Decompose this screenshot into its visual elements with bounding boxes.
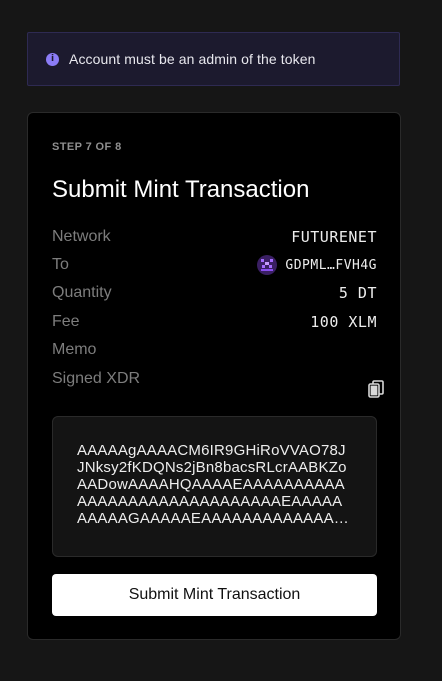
network-value: FUTURENET: [291, 228, 377, 246]
signed-xdr-text: AAAAAgAAAACM6IR9GHiRoVVAO78JJNksy2fKDQNs…: [77, 442, 347, 527]
to-address: GDPML…FVH4G: [285, 257, 377, 273]
copy-icon[interactable]: [368, 380, 384, 398]
card-title: Submit Mint Transaction: [52, 176, 310, 203]
fee-label: Fee: [52, 313, 80, 330]
memo-label: Memo: [52, 341, 97, 358]
signed-xdr-box[interactable]: AAAAAgAAAACM6IR9GHiRoVVAO78JJNksy2fKDQNs…: [52, 416, 377, 557]
quantity-row: Quantity 5 DT: [52, 283, 377, 303]
network-label: Network: [52, 228, 111, 245]
signed-xdr-label: Signed XDR: [52, 370, 141, 387]
quantity-value: 5 DT: [338, 284, 377, 302]
quantity-label: Quantity: [52, 284, 112, 301]
info-banner-text: Account must be an admin of the token: [69, 51, 316, 67]
to-row: To GDPML…FVH4G: [52, 255, 377, 275]
fee-value: 100 XLM: [310, 313, 377, 331]
info-icon: i: [46, 52, 59, 66]
submit-mint-button[interactable]: Submit Mint Transaction: [52, 574, 377, 616]
mint-card: STEP 7 OF 8 Submit Mint Transaction Netw…: [27, 112, 401, 640]
step-indicator: STEP 7 OF 8: [52, 141, 122, 153]
memo-row: Memo: [52, 340, 377, 360]
to-label: To: [52, 256, 69, 273]
signed-xdr-row: Signed XDR: [52, 369, 377, 389]
network-row: Network FUTURENET: [52, 227, 377, 247]
to-value: GDPML…FVH4G: [257, 255, 377, 275]
fee-row: Fee 100 XLM: [52, 312, 377, 332]
info-banner: i Account must be an admin of the token: [27, 32, 400, 86]
identicon-avatar: [257, 255, 278, 275]
